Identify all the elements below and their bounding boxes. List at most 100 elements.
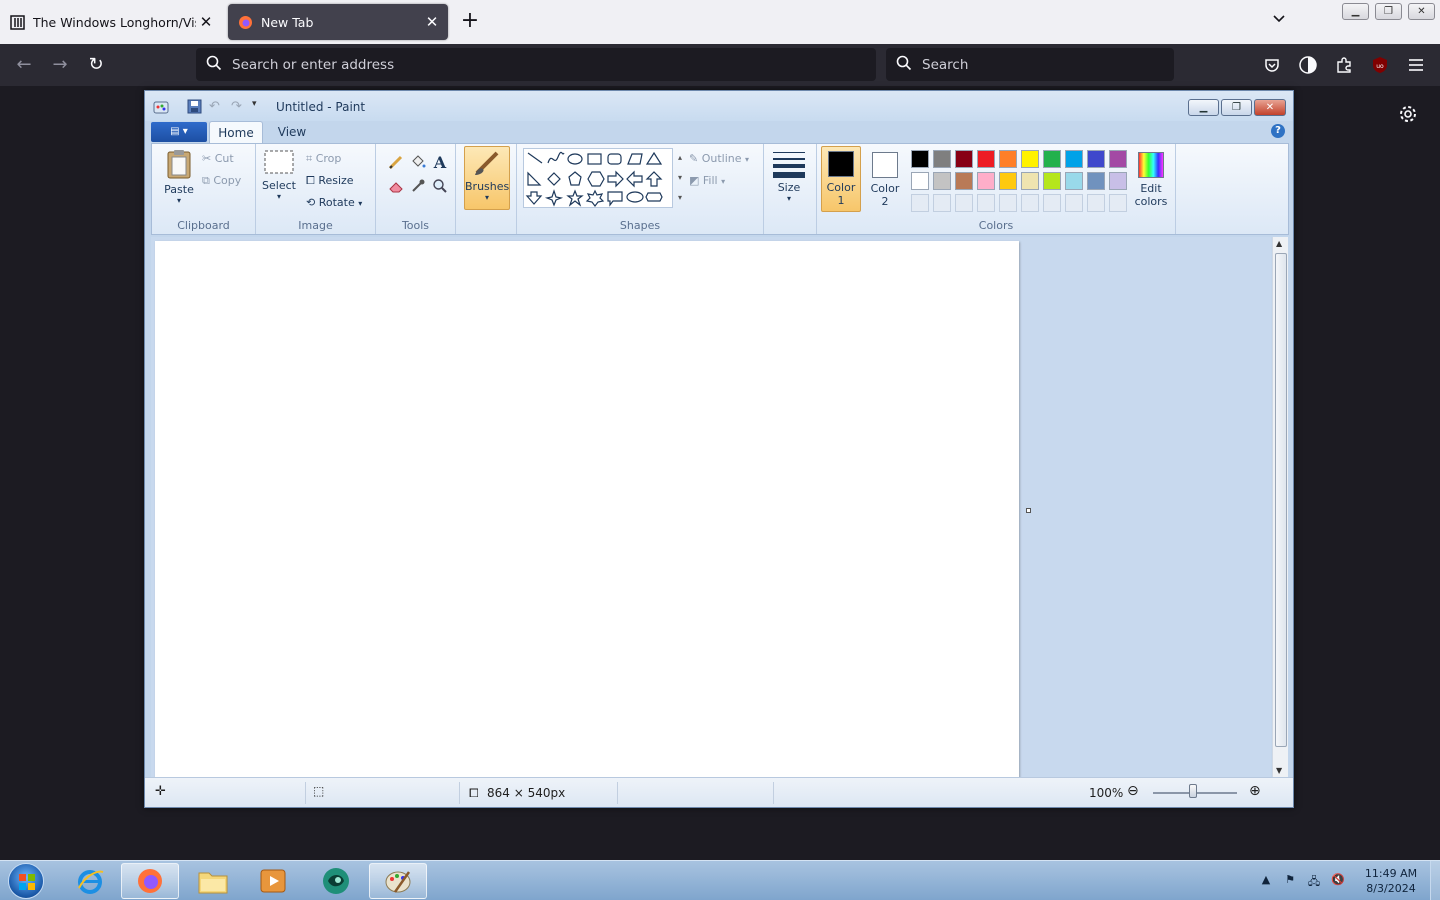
shapes-scroll[interactable]: ▴ ▾ ▾: [675, 148, 685, 208]
color-swatch[interactable]: [1021, 172, 1039, 190]
cut-button[interactable]: ✂ Cut: [202, 152, 234, 165]
save-icon[interactable]: [187, 99, 203, 115]
custom-color-slot[interactable]: [911, 194, 929, 212]
size-button[interactable]: Size ▾: [768, 150, 810, 212]
shapes-gallery[interactable]: [523, 148, 673, 208]
ublock-origin-icon[interactable]: uo: [1369, 54, 1391, 76]
zoom-out-icon[interactable]: ⊖: [1127, 783, 1139, 799]
paint-taskbar-button[interactable]: [369, 863, 427, 899]
close-button[interactable]: ✕: [1254, 99, 1286, 116]
color-swatch[interactable]: [911, 172, 929, 190]
tab-view[interactable]: View: [267, 121, 317, 143]
select-dropdown-icon[interactable]: ▾: [260, 192, 298, 201]
zoom-slider-thumb[interactable]: [1189, 784, 1197, 798]
paste-dropdown-icon[interactable]: ▾: [160, 196, 198, 205]
custom-color-slot[interactable]: [1087, 194, 1105, 212]
restore-button[interactable]: ❐: [1375, 3, 1402, 20]
color-swatch[interactable]: [1087, 150, 1105, 168]
internet-explorer-taskbar-button[interactable]: [61, 863, 119, 899]
color-swatch[interactable]: [1109, 150, 1127, 168]
magnifier-icon[interactable]: [430, 176, 450, 196]
paint-menu-button[interactable]: ▤ ▾: [151, 122, 207, 142]
volume-muted-icon[interactable]: 🔇: [1330, 873, 1346, 889]
pencil-icon[interactable]: [386, 152, 406, 172]
customize-qat-chevron-icon[interactable]: ▾: [252, 99, 268, 115]
address-input[interactable]: [232, 56, 835, 73]
show-desktop-button[interactable]: [1430, 861, 1440, 900]
close-window-button[interactable]: ✕: [1408, 3, 1435, 20]
network-icon[interactable]: 🖧: [1306, 873, 1322, 889]
list-all-tabs-chevron-icon[interactable]: [1268, 12, 1290, 32]
color-swatch[interactable]: [955, 172, 973, 190]
gear-icon[interactable]: [1398, 104, 1420, 126]
show-hidden-icons-chevron-icon[interactable]: ▲: [1258, 873, 1274, 889]
scroll-up-icon[interactable]: ▲: [1276, 239, 1282, 248]
custom-color-slot[interactable]: [1021, 194, 1039, 212]
custom-color-slot[interactable]: [1109, 194, 1127, 212]
close-icon[interactable]: ✕: [422, 13, 442, 31]
tab-new-tab[interactable]: New Tab ✕: [228, 4, 448, 40]
scroll-down-icon[interactable]: ▼: [1276, 766, 1282, 775]
maximize-button[interactable]: ❐: [1221, 99, 1252, 116]
color-swatch[interactable]: [1065, 150, 1083, 168]
color-swatch[interactable]: [977, 150, 995, 168]
new-tab-button[interactable]: +: [458, 10, 482, 34]
color-swatch[interactable]: [1043, 172, 1061, 190]
scrollbar-thumb[interactable]: [1275, 253, 1287, 747]
color2-button[interactable]: Color 2: [865, 148, 905, 212]
forward-arrow-icon[interactable]: →: [46, 53, 74, 77]
back-arrow-icon[interactable]: ←: [10, 53, 38, 77]
firefox-taskbar-button[interactable]: [121, 863, 179, 899]
app-taskbar-button[interactable]: [307, 863, 365, 899]
paint-title-bar[interactable]: ↶ ↷ ▾ Untitled - Paint ▁ ❐ ✕: [145, 91, 1293, 121]
firefox-account-icon[interactable]: [1297, 54, 1319, 76]
reload-icon[interactable]: ↻: [82, 53, 110, 77]
close-icon[interactable]: ✕: [196, 13, 216, 31]
clock[interactable]: 11:49 AM 8/3/2024: [1356, 866, 1426, 896]
text-tool-icon[interactable]: A: [430, 152, 450, 172]
copy-button[interactable]: ⧉ Copy: [202, 174, 241, 188]
minimize-button[interactable]: ▁: [1342, 3, 1369, 20]
start-button[interactable]: [8, 863, 44, 899]
color-swatch[interactable]: [1021, 150, 1039, 168]
paste-button[interactable]: Paste ▾: [160, 148, 198, 210]
drawing-canvas[interactable]: [155, 241, 1019, 777]
color1-button[interactable]: Color 1: [821, 146, 861, 212]
outline-button[interactable]: ✎ Outline ▾: [689, 152, 749, 165]
custom-color-slot[interactable]: [933, 194, 951, 212]
color-swatch[interactable]: [977, 172, 995, 190]
color-swatch[interactable]: [911, 150, 929, 168]
extensions-puzzle-icon[interactable]: [1333, 54, 1355, 76]
action-center-flag-icon[interactable]: ⚑: [1282, 873, 1298, 889]
resize-button[interactable]: ⧠ Resize: [306, 174, 354, 188]
redo-icon[interactable]: ↷: [231, 99, 247, 115]
color-swatch[interactable]: [955, 150, 973, 168]
canvas-resize-handle[interactable]: [1026, 508, 1031, 513]
vertical-scrollbar[interactable]: ▲ ▼: [1272, 237, 1288, 777]
color-swatch[interactable]: [933, 172, 951, 190]
address-bar[interactable]: [196, 48, 876, 81]
color-picker-icon[interactable]: [408, 176, 428, 196]
custom-color-slot[interactable]: [1043, 194, 1061, 212]
undo-icon[interactable]: ↶: [209, 99, 225, 115]
custom-color-slot[interactable]: [977, 194, 995, 212]
color-swatch[interactable]: [999, 172, 1017, 190]
pocket-icon[interactable]: [1261, 54, 1283, 76]
media-player-taskbar-button[interactable]: [244, 863, 302, 899]
fill-button[interactable]: ◩ Fill ▾: [689, 174, 725, 187]
brushes-button[interactable]: Brushes ▾: [464, 146, 510, 210]
zoom-in-icon[interactable]: ⊕: [1249, 783, 1261, 799]
tab-windows-longhorn[interactable]: The Windows Longhorn/Vista A ✕: [0, 4, 222, 40]
edit-colors-button[interactable]: Edit colors: [1131, 148, 1171, 212]
tab-home[interactable]: Home: [209, 121, 263, 143]
search-bar[interactable]: [886, 48, 1174, 81]
file-explorer-taskbar-button[interactable]: [184, 863, 242, 899]
color-swatch[interactable]: [1087, 172, 1105, 190]
color-swatch[interactable]: [1065, 172, 1083, 190]
hamburger-menu-icon[interactable]: [1405, 54, 1427, 76]
custom-color-slot[interactable]: [1065, 194, 1083, 212]
color-swatch[interactable]: [999, 150, 1017, 168]
help-icon[interactable]: ?: [1271, 124, 1285, 138]
minimize-button[interactable]: ▁: [1188, 99, 1219, 116]
select-button[interactable]: Select ▾: [260, 148, 298, 210]
